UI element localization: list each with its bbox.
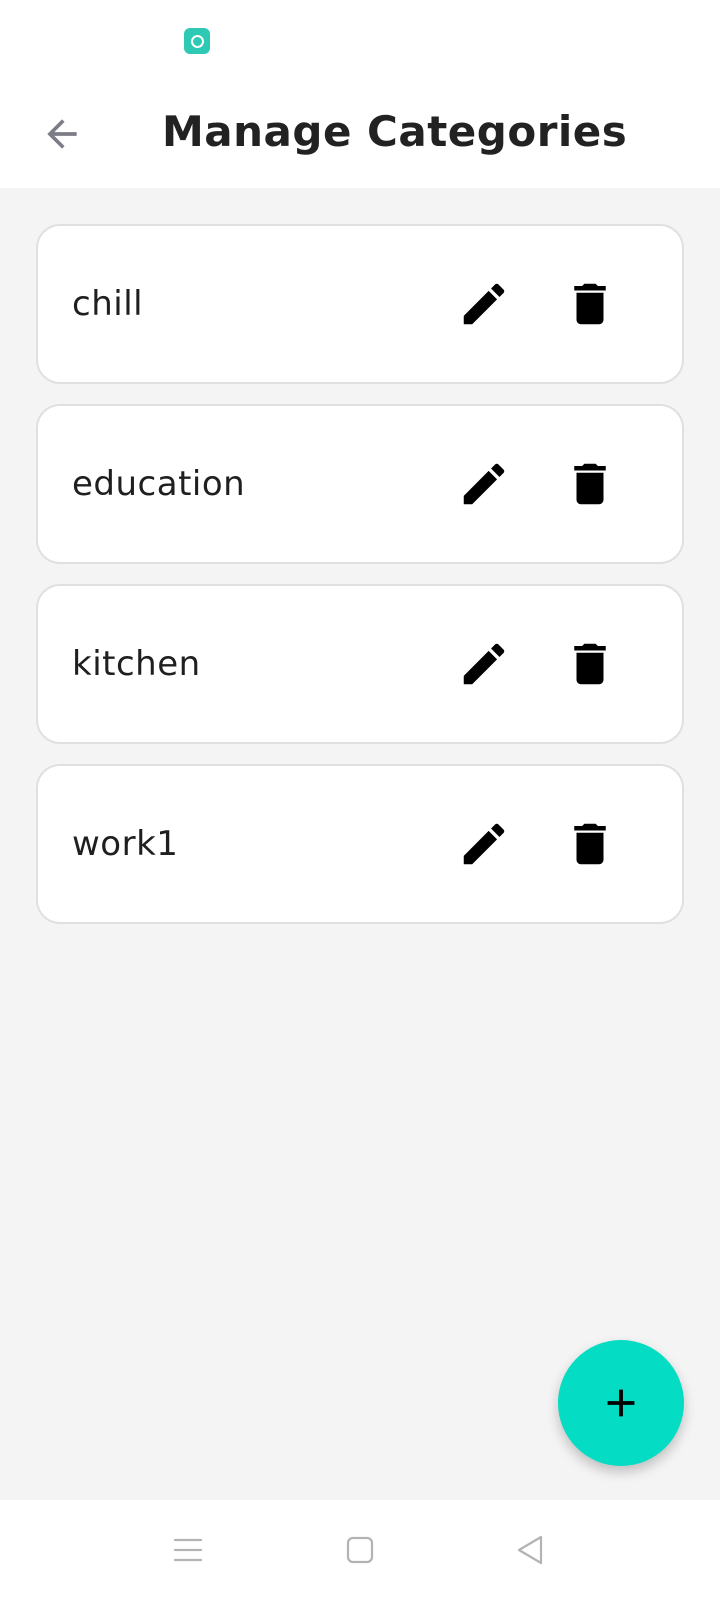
delete-category-button[interactable] <box>558 272 622 336</box>
edit-category-button[interactable] <box>452 812 516 876</box>
back-button[interactable] <box>28 100 96 168</box>
category-name: chill <box>72 284 144 324</box>
add-category-button[interactable] <box>558 1340 684 1466</box>
nav-home-button[interactable] <box>336 1526 384 1574</box>
edit-category-button[interactable] <box>452 452 516 516</box>
nav-recents-button[interactable] <box>164 1526 212 1574</box>
edit-category-button[interactable] <box>452 632 516 696</box>
menu-lines-icon <box>173 1538 203 1562</box>
pencil-icon <box>463 283 505 325</box>
triangle-back-icon <box>517 1535 543 1565</box>
status-bar <box>0 0 720 80</box>
plus-icon <box>607 1389 635 1417</box>
square-home-icon <box>346 1536 374 1564</box>
pencil-icon <box>463 823 505 865</box>
delete-category-button[interactable] <box>558 452 622 516</box>
app-bar: Manage Categories <box>0 80 720 188</box>
pencil-icon <box>463 643 505 685</box>
category-item-chill[interactable]: chill <box>36 224 684 384</box>
delete-category-button[interactable] <box>558 812 622 876</box>
page-title: Manage Categories <box>162 107 628 156</box>
pencil-icon <box>463 463 505 505</box>
trash-icon <box>574 823 606 865</box>
app-notification-icon <box>184 28 210 54</box>
arrow-left-icon <box>47 119 77 149</box>
trash-icon <box>574 463 606 505</box>
category-name: kitchen <box>72 644 201 684</box>
delete-category-button[interactable] <box>558 632 622 696</box>
edit-category-button[interactable] <box>452 272 516 336</box>
trash-icon <box>574 283 606 325</box>
category-list: chill education kitchen work1 <box>36 224 684 944</box>
category-name: education <box>72 464 246 504</box>
category-item-education[interactable]: education <box>36 404 684 564</box>
manage-categories-screen: Manage Categories chill education kitche… <box>0 0 720 1600</box>
category-name: work1 <box>72 824 179 864</box>
category-item-kitchen[interactable]: kitchen <box>36 584 684 744</box>
system-navigation-bar <box>0 1500 720 1600</box>
trash-icon <box>574 643 606 685</box>
category-item-work1[interactable]: work1 <box>36 764 684 924</box>
nav-back-button[interactable] <box>506 1526 554 1574</box>
